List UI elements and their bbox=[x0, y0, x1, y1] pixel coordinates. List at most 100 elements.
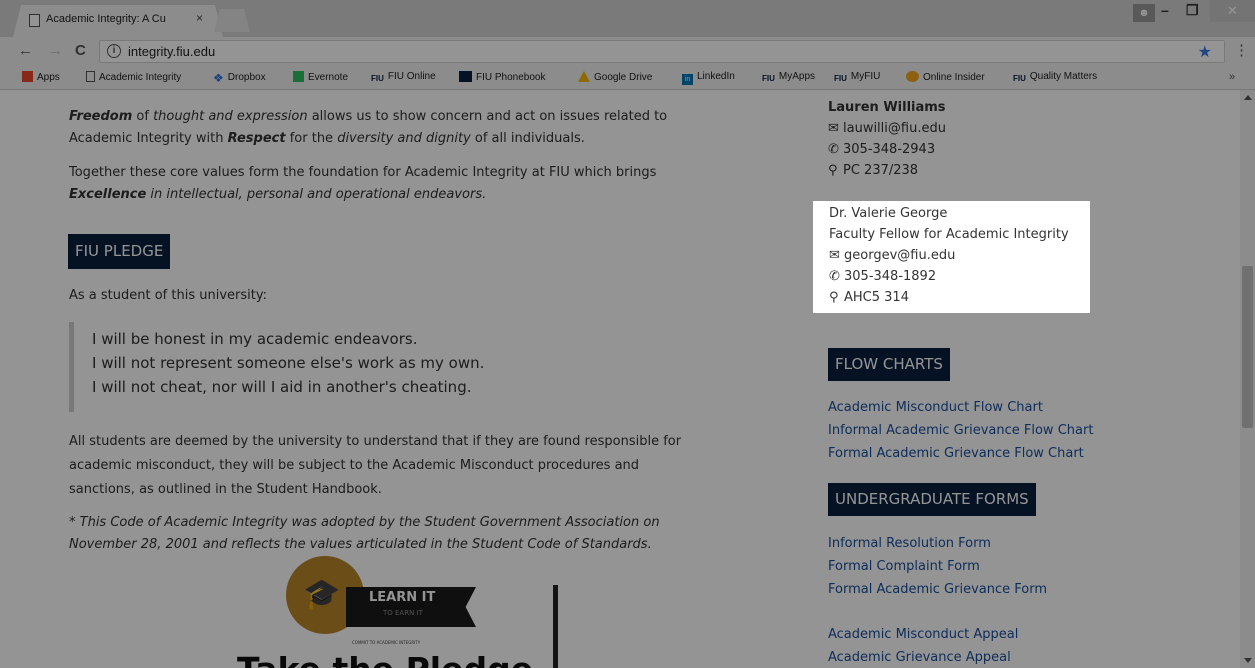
minimize-icon[interactable]: – bbox=[1161, 2, 1169, 18]
form-link[interactable]: Formal Complaint Form bbox=[828, 559, 980, 574]
bookmark-label: Dropbox bbox=[227, 72, 266, 83]
text-span: thought and expression bbox=[153, 109, 308, 124]
fiu-phonebook-icon bbox=[459, 71, 472, 82]
bookmark-label: Google Drive bbox=[594, 72, 653, 83]
google-drive-icon bbox=[578, 71, 590, 82]
bookmark-myfiu[interactable]: FIU MyFIU bbox=[834, 71, 880, 83]
highlighted-contact-card: Dr. Valerie George Faculty Fellow for Ac… bbox=[813, 201, 1090, 313]
scroll-up-icon[interactable] bbox=[1244, 95, 1252, 100]
text-span: in intellectual, personal and operationa… bbox=[146, 187, 487, 202]
bookmark-label: FIU Online bbox=[387, 71, 436, 82]
fiu-icon: FIU bbox=[762, 74, 775, 83]
contact-office: ⚲ PC 237/238 bbox=[828, 163, 918, 178]
phone-text: 305-348-2943 bbox=[843, 142, 936, 157]
form-link[interactable]: Formal Academic Grievance Form bbox=[828, 582, 1047, 597]
bookmark-label: Academic Integrity bbox=[99, 72, 182, 83]
map-pin-icon: ⚲ bbox=[829, 290, 839, 305]
take-the-pledge-heading[interactable]: Take the Pledge bbox=[237, 650, 533, 668]
fiu-icon: FIU bbox=[1013, 74, 1026, 83]
info-icon[interactable]: i bbox=[107, 44, 121, 58]
bookmark-google-drive[interactable]: Google Drive bbox=[578, 71, 652, 83]
text-span: for the bbox=[285, 131, 338, 146]
bookmark-dropbox[interactable]: ❖ Dropbox bbox=[213, 71, 266, 85]
contact-email[interactable]: ✉ lauwilli@fiu.edu bbox=[828, 121, 946, 136]
bookmark-fiu-phonebook[interactable]: FIU Phonebook bbox=[459, 71, 546, 83]
bookmark-evernote[interactable]: Evernote bbox=[293, 71, 348, 83]
toolbar: ← → C i integrity.fiu.edu ★ ⋮ bbox=[0, 37, 1255, 66]
browser-tab[interactable]: Academic Integrity: A Cu × bbox=[13, 5, 223, 37]
appeal-link[interactable]: Academic Misconduct Appeal bbox=[828, 627, 1018, 642]
bookmark-online-insider[interactable]: Online Insider bbox=[906, 71, 985, 83]
excellence-term: Excellence bbox=[69, 187, 147, 202]
pledge-line: I will not represent someone else's work… bbox=[92, 354, 485, 372]
restore-icon[interactable]: ❐ bbox=[1186, 2, 1199, 19]
bookmark-academic-integrity[interactable]: Academic Integrity bbox=[86, 71, 181, 83]
bookmark-label: LinkedIn bbox=[697, 71, 735, 82]
bookmark-label: Quality Matters bbox=[1029, 71, 1098, 82]
contact-office: ⚲ AHC5 314 bbox=[829, 290, 909, 305]
page-content: Freedom of thought and expression allows… bbox=[0, 90, 1240, 668]
bookmark-apps[interactable]: Apps bbox=[22, 71, 60, 83]
address-bar[interactable]: i integrity.fiu.edu ★ bbox=[99, 40, 1225, 63]
badge-tagline: COMMIT TO ACADEMIC INTEGRITY bbox=[352, 640, 421, 645]
bookmark-label: MyFIU bbox=[850, 71, 881, 82]
close-window-icon[interactable]: ✕ bbox=[1210, 0, 1255, 22]
contact-phone[interactable]: ✆ 305-348-2943 bbox=[828, 142, 935, 157]
phone-icon: ✆ bbox=[829, 269, 840, 284]
more-bookmarks-icon[interactable]: » bbox=[1229, 71, 1235, 83]
adoption-note: * This Code of Academic Integrity was ad… bbox=[69, 515, 660, 552]
values-paragraph: Freedom of thought and expression allows… bbox=[69, 106, 709, 150]
text-span: Together these core values form the foun… bbox=[69, 165, 657, 180]
text-span: diversity and dignity bbox=[337, 131, 471, 146]
close-tab-icon[interactable]: × bbox=[196, 11, 203, 25]
tab-strip: Academic Integrity: A Cu × ☻ – ❐ ✕ bbox=[0, 0, 1255, 37]
scroll-down-icon[interactable] bbox=[1244, 658, 1252, 663]
badge-title: LEARN IT bbox=[369, 590, 436, 605]
vertical-scrollbar[interactable] bbox=[1240, 90, 1255, 668]
office-text: AHC5 314 bbox=[844, 290, 909, 305]
menu-icon[interactable]: ⋮ bbox=[1234, 41, 1249, 59]
contact-name: Dr. Valerie George bbox=[829, 206, 948, 221]
evernote-icon bbox=[293, 71, 304, 82]
new-tab-button[interactable] bbox=[214, 9, 250, 32]
flow-chart-link[interactable]: Academic Misconduct Flow Chart bbox=[828, 400, 1043, 415]
online-insider-icon bbox=[906, 71, 919, 82]
divider bbox=[553, 585, 558, 668]
fiu-icon: FIU bbox=[371, 74, 384, 83]
bookmark-linkedin[interactable]: in LinkedIn bbox=[682, 71, 735, 85]
forward-icon[interactable]: → bbox=[48, 42, 63, 59]
fiu-pledge-heading: FIU PLEDGE bbox=[68, 234, 171, 269]
bookmark-fiu-online[interactable]: FIU FIU Online bbox=[371, 71, 436, 83]
pledge-blockquote: I will be honest in my academic endeavor… bbox=[69, 322, 669, 412]
pledge-intro: As a student of this university: bbox=[69, 288, 267, 303]
profile-icon[interactable]: ☻ bbox=[1133, 4, 1155, 22]
bookmark-label: Online Insider bbox=[923, 72, 985, 83]
flow-chart-link[interactable]: Formal Academic Grievance Flow Chart bbox=[828, 446, 1084, 461]
pledge-line: I will be honest in my academic endeavor… bbox=[92, 330, 418, 348]
respect-term: Respect bbox=[227, 131, 286, 146]
contact-phone[interactable]: ✆ 305-348-1892 bbox=[829, 269, 936, 284]
form-link[interactable]: Informal Resolution Form bbox=[828, 536, 991, 551]
reload-icon[interactable]: C bbox=[75, 42, 86, 59]
office-text: PC 237/238 bbox=[843, 163, 919, 178]
freedom-term: Freedom bbox=[69, 109, 133, 124]
core-values-paragraph: Together these core values form the foun… bbox=[69, 162, 709, 206]
contact-email[interactable]: ✉ georgev@fiu.edu bbox=[829, 248, 955, 263]
bookmark-star-icon[interactable]: ★ bbox=[1198, 42, 1212, 62]
pledge-line: I will not cheat, nor will I aid in anot… bbox=[92, 378, 472, 396]
phone-icon: ✆ bbox=[828, 142, 839, 157]
back-icon[interactable]: ← bbox=[18, 42, 33, 59]
flow-chart-link[interactable]: Informal Academic Grievance Flow Chart bbox=[828, 423, 1093, 438]
badge-subtitle: TO EARN IT bbox=[383, 609, 423, 617]
contact-name: Lauren Williams bbox=[828, 100, 946, 115]
scroll-thumb[interactable] bbox=[1242, 266, 1253, 428]
bookmark-quality-matters[interactable]: FIU Quality Matters bbox=[1013, 71, 1097, 83]
undergraduate-forms-heading: UNDERGRADUATE FORMS bbox=[828, 483, 1036, 516]
apps-grid-icon bbox=[22, 71, 33, 82]
map-pin-icon: ⚲ bbox=[828, 163, 838, 178]
appeal-link[interactable]: Academic Grievance Appeal bbox=[828, 650, 1011, 665]
bookmark-myapps[interactable]: FIU MyApps bbox=[762, 71, 815, 83]
contact-title: Faculty Fellow for Academic Integrity bbox=[829, 227, 1069, 242]
envelope-icon: ✉ bbox=[828, 121, 839, 136]
tab-title: Academic Integrity: A Cu bbox=[46, 13, 166, 25]
